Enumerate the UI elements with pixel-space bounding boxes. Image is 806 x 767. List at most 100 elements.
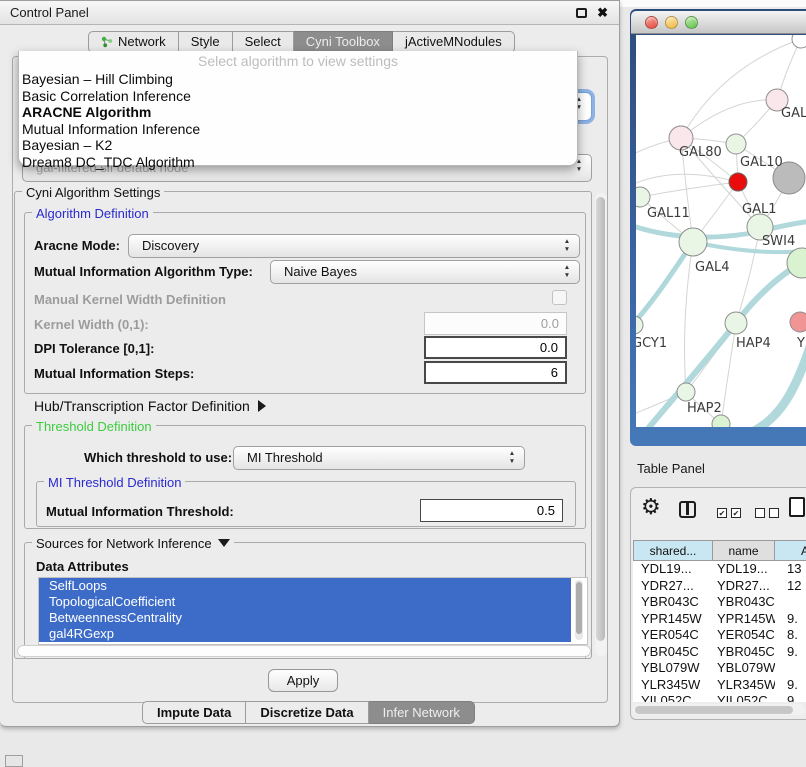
table-horizontal-scrollbar[interactable] [633,704,805,715]
mi-threshold-group-title: MI Threshold Definition [44,475,185,490]
table-row[interactable]: YBR045CYBR045C9. [633,644,806,661]
kernel-width-input[interactable] [424,312,567,335]
mi-threshold-input[interactable] [420,499,563,522]
columns-icon[interactable] [679,501,696,518]
node-hap2[interactable] [677,383,695,401]
mi-type-combo[interactable]: Naive Bayes ▲▼ [270,260,580,284]
tab-network-label: Network [118,32,166,52]
threshold-definition-title: Threshold Definition [32,419,156,434]
node-gal10[interactable] [726,134,746,154]
checked-checkbox-icon[interactable]: ✔ [731,508,741,518]
table-row[interactable]: YDR27...YDR27...12 [633,578,806,595]
network-graph [636,35,806,427]
tab-network[interactable]: Network [88,31,179,53]
apply-button[interactable]: Apply [268,669,338,692]
dropdown-item-selected[interactable]: ARACNE Algorithm [19,104,577,121]
tab-cyni-toolbox[interactable]: Cyni Toolbox [294,31,393,53]
dpi-tolerance-input[interactable] [424,336,567,359]
table-row[interactable]: YBR043CYBR043C [633,594,806,611]
mi-steps-input[interactable] [424,361,567,384]
node-bottom[interactable] [712,415,730,427]
node-hap4[interactable] [725,312,747,334]
table-row[interactable]: YPR145WYPR145W9. [633,611,806,628]
minimize-traffic-light[interactable] [665,16,678,29]
tab-impute-data[interactable]: Impute Data [142,701,246,724]
node-y[interactable] [790,312,806,332]
cell: 8. [787,627,806,643]
table-row[interactable]: YLR345WYLR345W9. [633,677,806,694]
combo-stepper-icon[interactable]: ▲▼ [562,264,572,280]
tab-jactivemnodules[interactable]: jActiveMNodules [393,31,515,53]
scrollbar-thumb[interactable] [635,706,793,714]
dropdown-item[interactable]: Dream8 DC_TDC Algorithm [19,154,577,171]
which-threshold-combo[interactable]: MI Threshold ▲▼ [233,446,525,470]
column-header-name[interactable]: name [712,540,774,561]
cell: 13 [787,561,806,577]
float-window-icon[interactable] [576,8,587,18]
cell: YER054C [717,627,775,643]
unchecked-checkbox-icon[interactable] [769,508,779,518]
which-threshold-value: MI Threshold [247,450,323,465]
unchecked-checkbox-icon[interactable] [755,508,765,518]
table-row[interactable]: YER054CYER054C8. [633,627,806,644]
table-row[interactable]: YIL052CYIL052C9 [633,693,806,702]
which-threshold-label: Which threshold to use: [84,450,232,465]
node-gal1-selected[interactable] [729,173,747,191]
close-traffic-light[interactable] [645,16,658,29]
tab-cyni-toolbox-label: Cyni Toolbox [306,32,380,52]
tab-discretize-data[interactable]: Discretize Data [246,701,368,724]
combo-stepper-icon[interactable]: ▲▼ [507,450,517,466]
collapsed-arrow-icon [258,400,266,412]
cell: YIL052C [717,693,775,702]
network-canvas[interactable]: GAL GAL80 GAL10 GAL1 GAL11 SWI4 GAL4 GCY… [636,35,806,427]
sources-group-toggle[interactable]: Sources for Network Inference [32,536,234,551]
scrollbar-thumb[interactable] [596,197,605,641]
combo-stepper-icon[interactable]: ▲▼ [562,238,572,254]
node-label: SWI4 [762,234,795,249]
node-gcy1[interactable] [636,316,643,334]
settings-horizontal-scrollbar[interactable] [17,645,591,657]
file-icon[interactable] [789,497,805,517]
cell: YPR145W [641,611,711,627]
partial-button[interactable] [5,755,23,767]
algorithm-dropdown: Select algorithm to view settings Bayesi… [18,51,578,166]
manual-kernel-label: Manual Kernel Width Definition [34,292,226,307]
list-item[interactable]: SelfLoops [39,578,571,594]
dropdown-item[interactable]: Bayesian – K2 [19,137,577,154]
checked-checkbox-icon[interactable]: ✔ [717,508,727,518]
cell: 9 [787,693,806,702]
expanded-arrow-icon [218,539,230,547]
control-panel-titlebar[interactable]: Control Panel ✖ [0,1,619,25]
network-window-titlebar[interactable] [631,11,806,34]
manual-kernel-checkbox[interactable] [552,290,567,305]
column-header-shared-name[interactable]: shared... [633,540,712,561]
list-vertical-scrollbar[interactable] [575,580,583,640]
list-item[interactable]: gal4RGexp [39,626,571,642]
scrollbar-thumb[interactable] [576,582,582,634]
kernel-width-label: Kernel Width (0,1): [34,317,149,332]
dropdown-item[interactable]: Basic Correlation Inference [19,88,577,105]
table-panel: ⚙ ✔ ✔ shared... name A YDL19...YDL19...1… [630,487,806,720]
zoom-traffic-light[interactable] [685,16,698,29]
column-header-partial[interactable]: A [774,540,806,561]
table-row[interactable]: YDL19...YDL19...13 [633,561,806,578]
list-item[interactable]: TopologicalCoefficient [39,594,571,610]
tab-select[interactable]: Select [233,31,294,53]
dropdown-item[interactable]: Bayesian – Hill Climbing [19,71,577,88]
mi-type-value: Naive Bayes [284,264,357,279]
close-icon[interactable]: ✖ [597,5,608,21]
dropdown-item[interactable]: Mutual Information Inference [19,121,577,138]
gear-icon[interactable]: ⚙ [641,494,661,520]
aracne-mode-combo[interactable]: Discovery ▲▼ [128,234,580,258]
tab-infer-network[interactable]: Infer Network [369,701,475,724]
node-label: GCY1 [636,336,667,351]
node-gal4[interactable] [679,228,707,256]
settings-vertical-scrollbar[interactable] [595,193,607,656]
tab-style[interactable]: Style [179,31,233,53]
table-row[interactable]: YBL079WYBL079W [633,660,806,677]
cell: YDL19... [717,561,775,577]
node-unnamed[interactable] [792,35,806,48]
hub-definition-toggle[interactable]: Hub/Transcription Factor Definition [34,398,266,414]
list-item[interactable]: BetweennessCentrality [39,610,571,626]
network-icon [101,36,113,48]
